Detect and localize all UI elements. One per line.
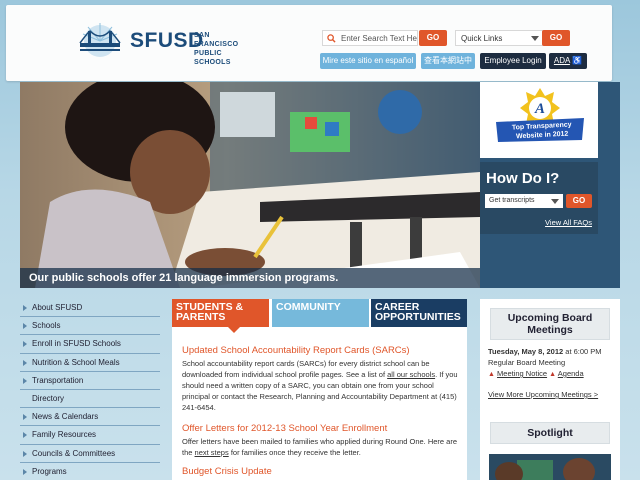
quick-links-label: Quick Links xyxy=(461,34,503,43)
wheelchair-icon: ♿ xyxy=(572,56,583,65)
article-title-link[interactable]: Updated School Accountability Report Car… xyxy=(182,345,462,356)
meeting-date: Tuesday, May 8, 2012 xyxy=(488,347,564,356)
logo-subtitle: SAN FRANCISCO PUBLIC SCHOOLS xyxy=(194,31,248,67)
sfusd-logo[interactable]: SFUSD SAN FRANCISCO PUBLIC SCHOOLS xyxy=(78,19,248,66)
upcoming-meetings-heading: Upcoming Board Meetings xyxy=(490,308,610,340)
active-tab-indicator xyxy=(228,327,240,333)
heading-line-1: Upcoming Board xyxy=(507,312,593,324)
tab-students-parents[interactable]: STUDENTS & PARENTS xyxy=(172,299,269,327)
spanish-language-button[interactable]: Mire este sitio en español xyxy=(320,53,416,69)
spotlight-photo xyxy=(489,454,611,480)
arrow-right-icon xyxy=(23,450,27,457)
meeting-name: Regular Board Meeting xyxy=(488,358,566,367)
tab-label: COMMUNITY xyxy=(276,301,341,313)
how-do-i-select[interactable]: Get transcripts xyxy=(485,194,563,208)
news-article: Offer Letters for 2012-13 School Year En… xyxy=(182,423,462,458)
pdf-icon: ▲ xyxy=(549,371,557,378)
news-article: Budget Crisis Update xyxy=(182,466,462,479)
pdf-icon: ▲ xyxy=(488,371,495,378)
how-do-i-title: How Do I? xyxy=(486,170,560,187)
how-do-i-go-button[interactable]: GO xyxy=(566,194,592,208)
nav-label: Transportation xyxy=(32,375,84,385)
search-input[interactable]: Enter Search Text He xyxy=(322,30,418,46)
ada-button[interactable]: ADA ♿ xyxy=(549,53,587,69)
golden-gate-bridge-logo-icon xyxy=(79,23,121,57)
arrow-right-icon xyxy=(23,359,27,366)
nav-item-programs[interactable]: Programs xyxy=(20,463,160,480)
tab-community[interactable]: COMMUNITY xyxy=(272,299,369,327)
search-icon xyxy=(327,34,336,43)
nav-label: Enroll in SFUSD Schools xyxy=(32,339,121,349)
arrow-right-icon xyxy=(23,414,27,421)
view-all-faqs-link[interactable]: View All FAQs xyxy=(545,218,592,227)
logo-title: SFUSD xyxy=(130,29,204,52)
nav-item-about[interactable]: About SFUSD xyxy=(20,299,160,318)
hero-caption: Our public schools offer 21 language imm… xyxy=(20,268,480,288)
tab-label-line-2: PARENTS xyxy=(176,311,226,323)
nav-item-news[interactable]: News & Calendars xyxy=(20,408,160,427)
hero-photo-girl-writing xyxy=(20,82,480,288)
left-navigation: About SFUSD Schools Enroll in SFUSD Scho… xyxy=(20,299,160,480)
svg-text:A: A xyxy=(534,101,545,117)
heading-line-2: Meetings xyxy=(527,324,573,336)
nav-label: Directory xyxy=(32,393,65,403)
meeting-entry: Tuesday, May 8, 2012 at 6:00 PM Regular … xyxy=(488,346,614,400)
nav-label: Nutrition & School Meals xyxy=(32,357,120,367)
logo-sub-line-1: SAN FRANCISCO xyxy=(194,32,239,48)
article-body: Offer letters have been mailed to famili… xyxy=(182,436,462,458)
arrow-right-icon xyxy=(23,341,27,348)
nav-item-enroll[interactable]: Enroll in SFUSD Schools xyxy=(20,335,160,354)
hero-side-panel: A Top Transparency Website in 2012 How D… xyxy=(480,82,620,288)
chinese-language-button[interactable]: 查看本網站中 xyxy=(421,53,475,69)
chevron-down-icon xyxy=(531,36,539,41)
tab-career-opportunities[interactable]: CAREER OPPORTUNITIES xyxy=(371,299,467,327)
search-go-button[interactable]: GO xyxy=(419,30,447,46)
employee-login-button[interactable]: Employee Login xyxy=(480,53,546,69)
nav-label: News & Calendars xyxy=(32,412,99,422)
nav-item-nutrition[interactable]: Nutrition & School Meals xyxy=(20,354,160,372)
article-body: School accountability report cards (SARC… xyxy=(182,358,462,413)
arrow-right-icon xyxy=(23,377,27,384)
nav-label: About SFUSD xyxy=(32,303,83,312)
nav-item-family[interactable]: Family Resources xyxy=(20,426,160,445)
ada-label: ADA xyxy=(553,56,570,65)
news-article: Updated School Accountability Report Car… xyxy=(182,345,462,413)
quick-links-go-button[interactable]: GO xyxy=(542,30,570,46)
search-placeholder: Enter Search Text He xyxy=(341,34,417,43)
logo-sub-line-2: PUBLIC SCHOOLS xyxy=(194,50,231,66)
how-do-i-widget: How Do I? Get transcripts GO View All FA… xyxy=(480,162,598,234)
chevron-down-icon xyxy=(551,199,559,204)
article-title-link[interactable]: Budget Crisis Update xyxy=(182,466,462,477)
next-steps-link[interactable]: next steps xyxy=(195,448,229,457)
meeting-notice-link[interactable]: Meeting Notice xyxy=(497,369,547,378)
spotlight-heading: Spotlight xyxy=(490,422,610,444)
right-sidebar: Upcoming Board Meetings Tuesday, May 8, … xyxy=(480,299,620,480)
arrow-right-icon xyxy=(23,323,27,330)
view-more-meetings-link[interactable]: View More Upcoming Meetings > xyxy=(488,390,598,399)
meeting-time: at 6:00 PM xyxy=(565,347,602,356)
nav-label: Programs xyxy=(32,466,67,476)
arrow-right-icon xyxy=(23,305,27,311)
tab-label-line-2: OPPORTUNITIES xyxy=(375,311,461,323)
arrow-right-icon xyxy=(23,468,27,475)
nav-label: Councils & Committees xyxy=(32,448,116,458)
nav-item-transportation[interactable]: Transportation xyxy=(20,372,160,390)
nav-item-councils[interactable]: Councils & Committees xyxy=(20,445,160,463)
nav-label: Family Resources xyxy=(32,430,97,440)
main-content: STUDENTS & PARENTS COMMUNITY CAREER OPPO… xyxy=(172,299,467,480)
site-header: SFUSD SAN FRANCISCO PUBLIC SCHOOLS Enter… xyxy=(6,5,612,81)
nav-item-directory[interactable]: Directory xyxy=(20,390,160,409)
arrow-right-icon xyxy=(23,432,27,439)
article-text: for families once they receive the lette… xyxy=(230,448,361,457)
all-our-schools-link[interactable]: all our schools xyxy=(387,370,435,379)
quick-links-select[interactable]: Quick Links xyxy=(455,30,545,46)
article-title-link[interactable]: Offer Letters for 2012-13 School Year En… xyxy=(182,423,462,434)
spotlight-image[interactable] xyxy=(489,454,611,480)
nav-label: Schools xyxy=(32,321,61,331)
award-badge[interactable]: A Top Transparency Website in 2012 xyxy=(480,82,598,158)
how-do-i-selected-value: Get transcripts xyxy=(489,197,535,204)
agenda-link[interactable]: Agenda xyxy=(558,369,584,378)
hero-banner[interactable]: Our public schools offer 21 language imm… xyxy=(20,82,480,288)
nav-item-schools[interactable]: Schools xyxy=(20,317,160,336)
